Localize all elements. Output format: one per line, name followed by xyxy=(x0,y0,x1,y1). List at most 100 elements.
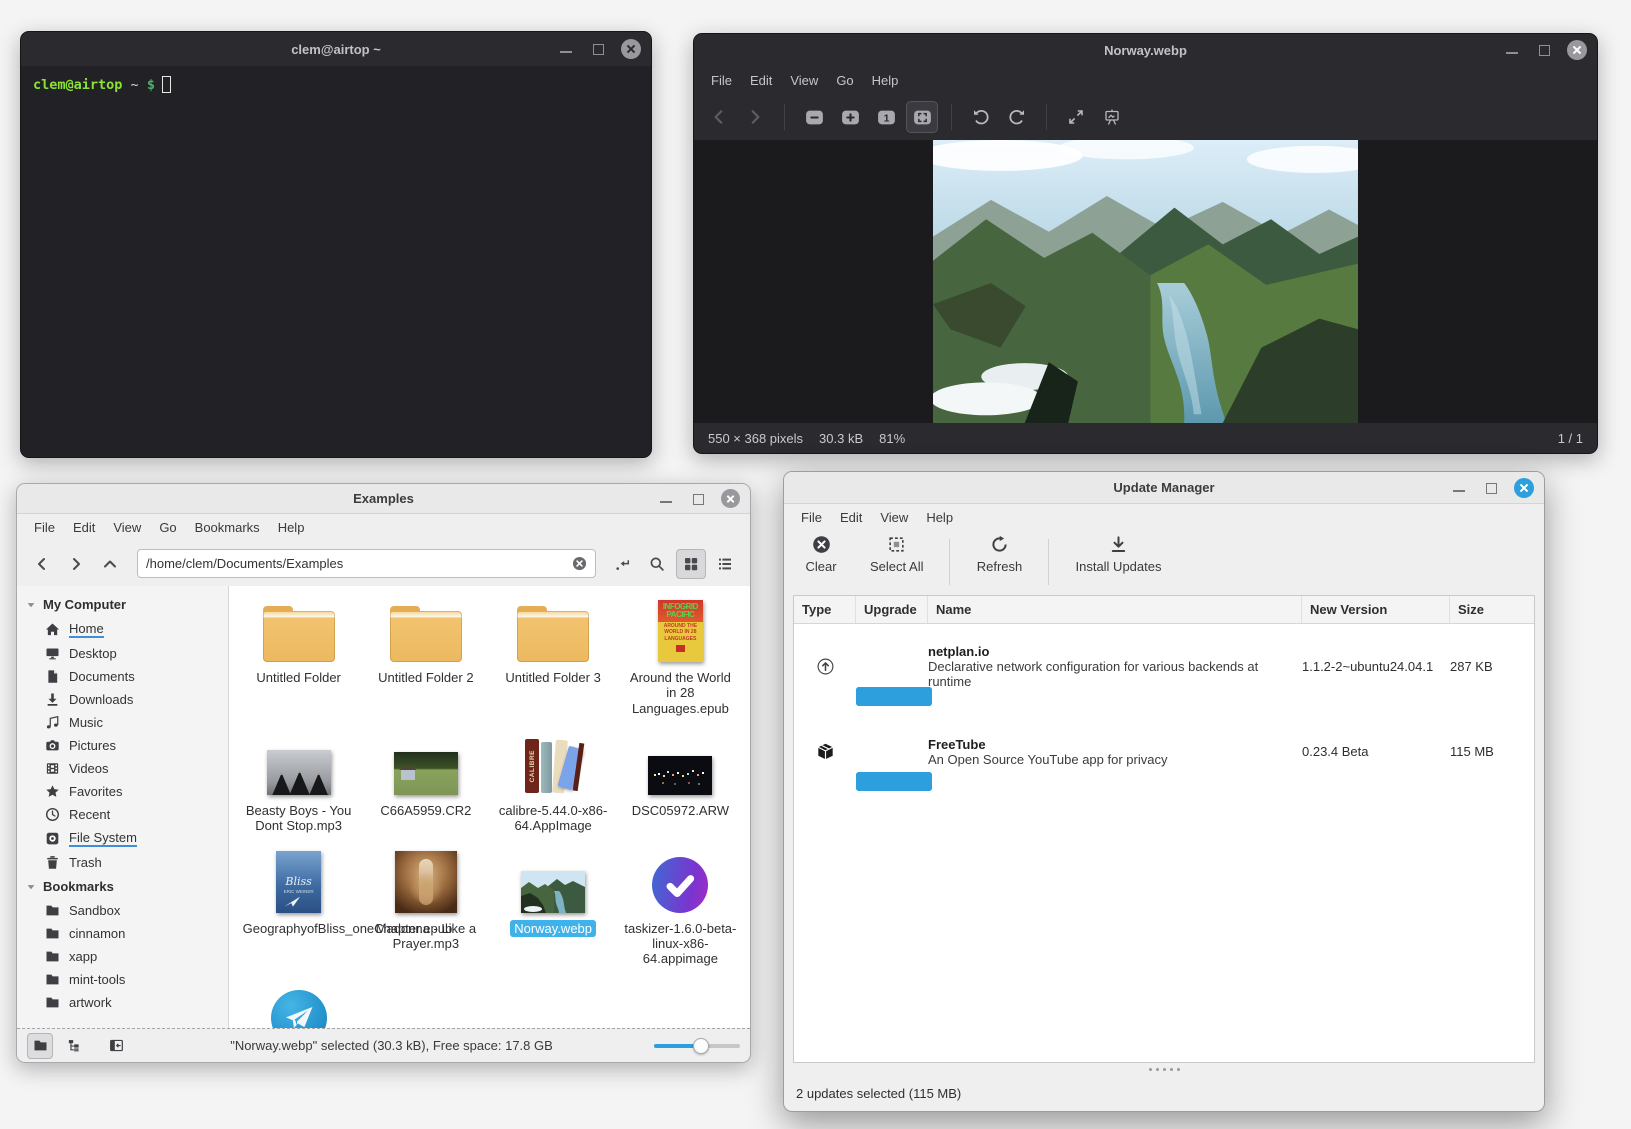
fullscreen-button[interactable] xyxy=(1061,102,1091,132)
menu-help[interactable]: Help xyxy=(269,515,314,540)
viewer-titlebar[interactable]: Norway.webp xyxy=(694,34,1597,66)
sidebar-item-recent[interactable]: Recent xyxy=(17,803,228,826)
menu-view[interactable]: View xyxy=(781,68,827,93)
sidebar-item-documents[interactable]: Documents xyxy=(17,665,228,688)
minimize-button[interactable] xyxy=(657,490,675,508)
rotate-left-button[interactable] xyxy=(966,102,996,132)
menu-view[interactable]: View xyxy=(871,505,917,530)
location-bar[interactable]: /home/clem/Documents/Examples xyxy=(137,549,596,578)
upgrade-checkbox[interactable] xyxy=(856,772,932,791)
show-treeview-button[interactable] xyxy=(61,1033,87,1059)
show-places-button[interactable] xyxy=(27,1033,53,1059)
column-new-version[interactable]: New Version xyxy=(1302,596,1450,623)
update-row-netplan[interactable]: netplan.ioDeclarative network configurat… xyxy=(794,624,1534,709)
file-untitled-folder-2[interactable]: Untitled Folder 2 xyxy=(362,600,489,717)
minimize-button[interactable] xyxy=(557,40,575,58)
terminal-screen[interactable]: clem@airtop ~ $ xyxy=(21,66,651,103)
expander-icon[interactable] xyxy=(25,881,37,893)
maximize-button[interactable] xyxy=(589,40,607,58)
column-upgrade[interactable]: Upgrade xyxy=(856,596,928,623)
menu-help[interactable]: Help xyxy=(917,505,962,530)
menu-go[interactable]: Go xyxy=(150,515,185,540)
column-name[interactable]: Name xyxy=(928,596,1302,623)
install-updates-button[interactable]: Install Updates xyxy=(1075,535,1161,574)
up-button[interactable] xyxy=(95,549,125,579)
maximize-button[interactable] xyxy=(689,490,707,508)
list-view-button[interactable] xyxy=(710,549,740,579)
zoom-normal-button[interactable]: 1 xyxy=(871,102,901,132)
menu-file[interactable]: File xyxy=(792,505,831,530)
column-type[interactable]: Type xyxy=(794,596,856,623)
menu-edit[interactable]: Edit xyxy=(741,68,781,93)
sidebar-item-mint-tools[interactable]: mint-tools xyxy=(17,968,228,991)
file-c66a5959-cr2[interactable]: C66A5959.CR2 xyxy=(362,733,489,835)
updates-titlebar[interactable]: Update Manager xyxy=(784,472,1544,504)
slider-handle[interactable] xyxy=(693,1038,709,1054)
sidebar-item-downloads[interactable]: Downloads xyxy=(17,688,228,711)
files-titlebar[interactable]: Examples xyxy=(17,484,750,514)
icon-view-button[interactable] xyxy=(676,549,706,579)
best-fit-button[interactable] xyxy=(907,102,937,132)
sidebar-item-cinnamon[interactable]: cinnamon xyxy=(17,922,228,945)
sidebar-item-pictures[interactable]: Pictures xyxy=(17,734,228,757)
section-bookmarks[interactable]: Bookmarks xyxy=(17,874,228,899)
file-untitled-folder-3[interactable]: Untitled Folder 3 xyxy=(490,600,617,717)
search-button[interactable] xyxy=(642,549,672,579)
terminal-titlebar[interactable]: clem@airtop ~ xyxy=(21,32,651,66)
expander-icon[interactable] xyxy=(25,599,37,611)
sidebar-item-xapp[interactable]: xapp xyxy=(17,945,228,968)
clear-location-icon[interactable] xyxy=(572,556,587,571)
menu-file[interactable]: File xyxy=(25,515,64,540)
sidebar-item-sandbox[interactable]: Sandbox xyxy=(17,899,228,922)
menu-edit[interactable]: Edit xyxy=(831,505,871,530)
sidebar-item-filesystem[interactable]: File System xyxy=(17,826,228,851)
rotate-right-button[interactable] xyxy=(1002,102,1032,132)
sidebar-item-home[interactable]: Home xyxy=(17,617,228,642)
sidebar-item-music[interactable]: Music xyxy=(17,711,228,734)
maximize-button[interactable] xyxy=(1482,479,1500,497)
file-taskizer-appimage[interactable]: taskizer-1.6.0-beta-linux-x86-64.appimag… xyxy=(617,851,744,968)
refresh-button[interactable]: Refresh xyxy=(976,535,1022,574)
menu-edit[interactable]: Edit xyxy=(64,515,104,540)
file-calibre-appimage[interactable]: CALIBRE calibre-5.44.0-x86-64.AppImage xyxy=(490,733,617,835)
pane-resize-handle[interactable] xyxy=(784,1063,1544,1075)
file-geography-of-bliss-epub[interactable]: BlissERIC WEINER GeographyofBliss_oneCha… xyxy=(235,851,362,968)
file-around-the-world-epub[interactable]: INFOGRIDPACIFIC AROUND THEWORLD IN 28LAN… xyxy=(617,600,744,717)
menu-file[interactable]: File xyxy=(702,68,741,93)
update-row-freetube[interactable]: FreeTubeAn Open Source YouTube app for p… xyxy=(794,709,1534,794)
sidebar-item-desktop[interactable]: Desktop xyxy=(17,642,228,665)
file-dsc05972-arw[interactable]: DSC05972.ARW xyxy=(617,733,744,835)
file-untitled-folder[interactable]: Untitled Folder xyxy=(235,600,362,717)
minimize-button[interactable] xyxy=(1503,41,1521,59)
menu-help[interactable]: Help xyxy=(863,68,908,93)
minimize-button[interactable] xyxy=(1450,479,1468,497)
back-button[interactable] xyxy=(27,549,57,579)
next-image-button[interactable] xyxy=(740,102,770,132)
file-madonna-mp3[interactable]: Madonna - Like a Prayer.mp3 xyxy=(362,851,489,968)
zoom-in-button[interactable] xyxy=(835,102,865,132)
viewer-canvas[interactable] xyxy=(694,140,1597,423)
file-telegram[interactable]: Telegram xyxy=(235,984,362,1028)
sidebar-item-favorites[interactable]: Favorites xyxy=(17,780,228,803)
previous-image-button[interactable] xyxy=(704,102,734,132)
close-button[interactable] xyxy=(721,489,740,508)
forward-button[interactable] xyxy=(61,549,91,579)
toggle-sidebar-button[interactable] xyxy=(103,1033,129,1059)
upgrade-checkbox[interactable] xyxy=(856,687,932,706)
close-button[interactable] xyxy=(1567,40,1587,60)
select-all-button[interactable]: Select All xyxy=(870,535,923,574)
menu-go[interactable]: Go xyxy=(827,68,862,93)
menu-view[interactable]: View xyxy=(104,515,150,540)
close-button[interactable] xyxy=(621,39,641,59)
zoom-out-button[interactable] xyxy=(799,102,829,132)
sidebar-item-trash[interactable]: Trash xyxy=(17,851,228,874)
close-button[interactable] xyxy=(1514,478,1534,498)
file-grid[interactable]: Untitled Folder Untitled Folder 2 Untitl… xyxy=(229,586,750,1028)
file-norway-webp[interactable]: Norway.webp xyxy=(490,851,617,968)
slideshow-button[interactable] xyxy=(1097,102,1127,132)
column-size[interactable]: Size xyxy=(1450,596,1534,623)
sidebar-item-videos[interactable]: Videos xyxy=(17,757,228,780)
toggle-location-entry-button[interactable] xyxy=(608,549,638,579)
clear-button[interactable]: Clear xyxy=(798,535,844,574)
maximize-button[interactable] xyxy=(1535,41,1553,59)
